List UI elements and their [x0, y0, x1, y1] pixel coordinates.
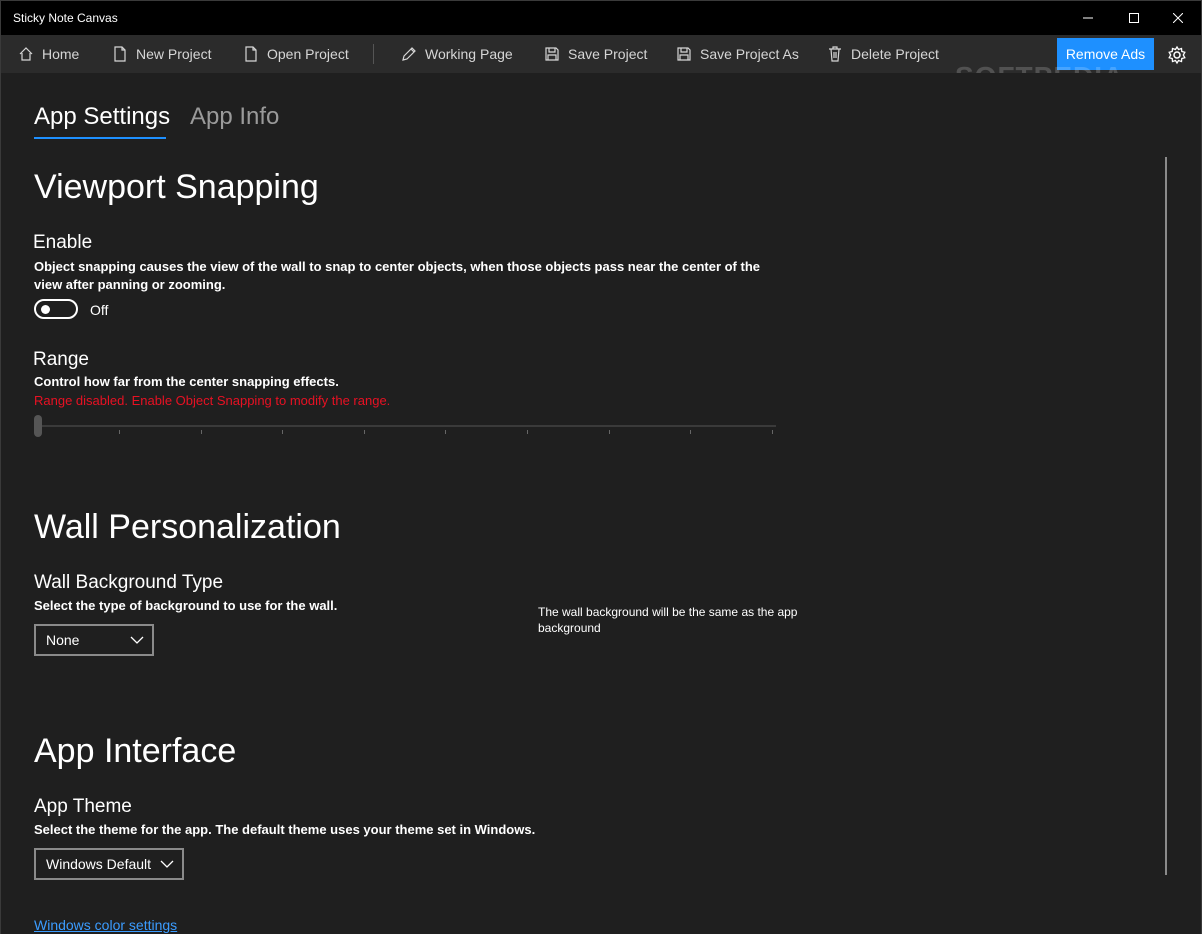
app-theme-description: Select the theme for the app. The defaul… — [34, 822, 536, 837]
pencil-icon — [402, 47, 416, 61]
viewport-snapping-heading: Viewport Snapping — [34, 168, 319, 206]
wall-background-selected: None — [46, 632, 80, 648]
slider-tick — [527, 430, 528, 434]
save-project-label: Save Project — [568, 46, 648, 62]
gear-icon[interactable] — [1167, 45, 1187, 65]
working-page-label: Working Page — [425, 46, 513, 62]
slider-tick — [445, 430, 446, 434]
new-document-icon — [114, 46, 126, 62]
enable-description: Object snapping causes the view of the w… — [34, 258, 760, 294]
tab-app-info[interactable]: App Info — [190, 103, 279, 131]
enable-description-line2: view after panning or zooming. — [34, 277, 226, 292]
slider-tick — [282, 430, 283, 434]
active-tab-indicator — [34, 137, 166, 139]
slider-track — [38, 425, 776, 427]
close-button[interactable] — [1155, 1, 1201, 35]
vertical-scrollbar[interactable] — [1165, 157, 1167, 875]
open-project-label: Open Project — [267, 46, 349, 62]
range-description: Control how far from the center snapping… — [34, 374, 339, 389]
range-title: Range — [33, 349, 89, 370]
save-project-button[interactable]: Save Project — [544, 35, 647, 73]
wall-background-note-line2: background — [538, 621, 601, 635]
slider-tick — [690, 430, 691, 434]
home-button[interactable]: Home — [18, 35, 79, 73]
save-project-as-label: Save Project As — [700, 46, 799, 62]
home-icon — [19, 47, 33, 61]
settings-page: App Settings App Info Viewport Snapping … — [1, 73, 1201, 934]
new-project-button[interactable]: New Project — [112, 35, 211, 73]
slider-tick — [609, 430, 610, 434]
slider-thumb[interactable] — [34, 415, 42, 437]
slider-tick — [772, 430, 773, 434]
enable-description-line1: Object snapping causes the view of the w… — [34, 259, 761, 274]
range-disabled-message: Range disabled. Enable Object Snapping t… — [34, 393, 391, 408]
delete-project-label: Delete Project — [851, 46, 939, 62]
app-theme-selected: Windows Default — [46, 856, 152, 872]
toggle-knob — [41, 305, 50, 314]
minimize-icon — [1083, 17, 1093, 19]
chevron-down-icon — [130, 636, 144, 644]
wall-background-note: The wall background will be the same as … — [538, 604, 808, 636]
slider-tick — [119, 430, 120, 434]
open-project-button[interactable]: Open Project — [243, 35, 349, 73]
save-icon — [545, 47, 559, 61]
wall-personalization-heading: Wall Personalization — [34, 508, 341, 546]
app-window: Sticky Note Canvas Home New Project Open… — [0, 0, 1202, 934]
enable-title: Enable — [33, 232, 93, 253]
wall-background-type-dropdown[interactable]: None — [34, 624, 154, 656]
range-slider[interactable] — [34, 413, 776, 437]
window-title: Sticky Note Canvas — [13, 11, 118, 25]
home-label: Home — [42, 46, 80, 62]
save-project-as-button[interactable]: Save Project As — [676, 35, 799, 73]
wall-background-note-line1: The wall background will be the same as … — [538, 605, 798, 619]
slider-tick — [201, 430, 202, 434]
toggle-state-label: Off — [90, 302, 109, 318]
app-theme-dropdown[interactable]: Windows Default — [34, 848, 184, 880]
maximize-icon — [1129, 13, 1139, 23]
new-project-label: New Project — [136, 46, 212, 62]
app-theme-title: App Theme — [34, 796, 132, 817]
open-document-icon — [245, 46, 257, 62]
maximize-button[interactable] — [1111, 1, 1157, 35]
delete-project-button[interactable]: Delete Project — [827, 35, 939, 73]
close-icon — [1173, 13, 1183, 23]
trash-icon — [829, 46, 841, 62]
toolbar-separator — [373, 44, 374, 64]
chevron-down-icon — [160, 860, 174, 868]
wall-background-type-title: Wall Background Type — [34, 572, 224, 593]
working-page-button[interactable]: Working Page — [401, 35, 513, 73]
save-as-icon — [677, 47, 691, 61]
slider-tick — [364, 430, 365, 434]
minimize-button[interactable] — [1065, 1, 1111, 35]
object-snapping-toggle[interactable] — [34, 299, 78, 319]
title-bar: Sticky Note Canvas — [1, 1, 1201, 35]
app-interface-heading: App Interface — [34, 732, 237, 770]
wall-background-type-description: Select the type of background to use for… — [34, 598, 338, 613]
windows-color-settings-link[interactable]: Windows color settings — [34, 917, 177, 933]
tab-app-settings[interactable]: App Settings — [34, 103, 170, 131]
